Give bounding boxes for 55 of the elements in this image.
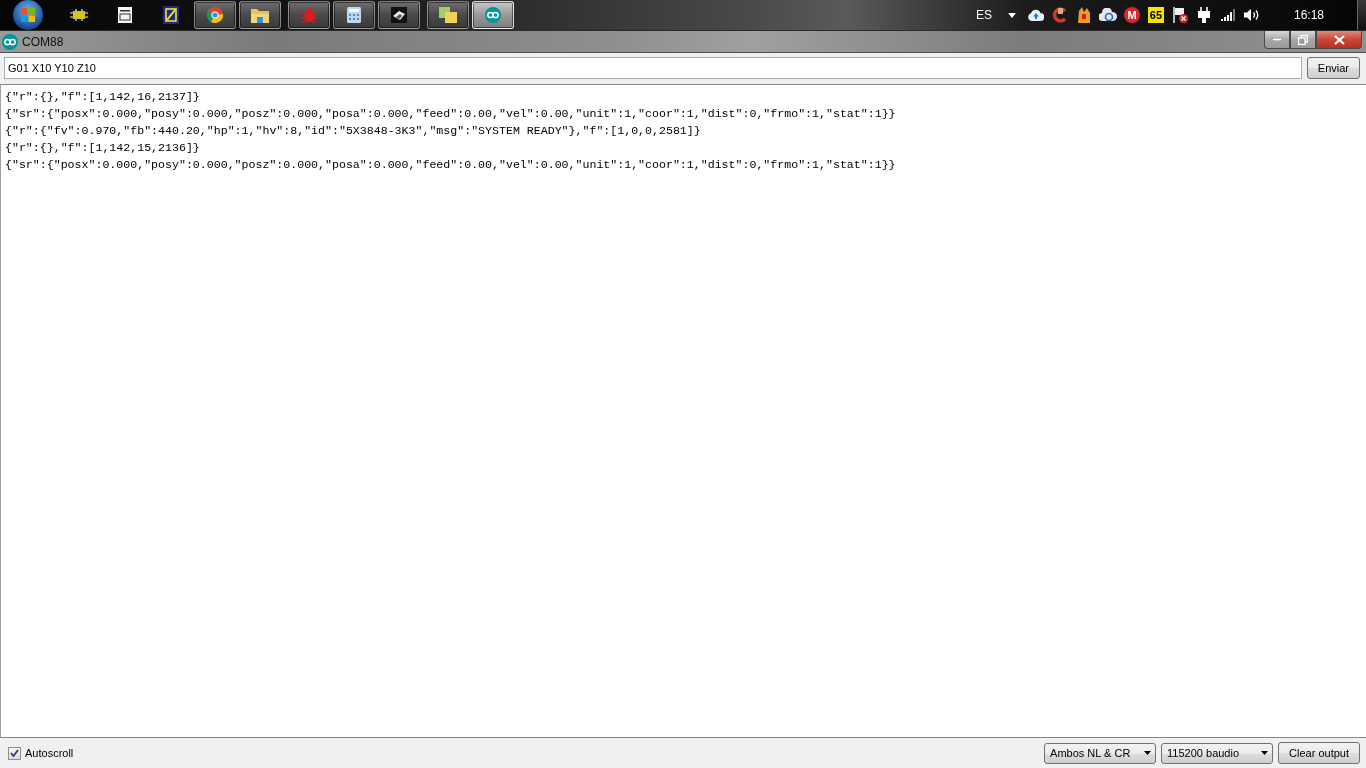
output-line: {"sr":{"posx":0.000,"posy":0.000,"posz":0.000,"posa":0.000,"feed":0.00,"vel":0.00,"unit":1,"coor":1,"dist":0,"frmo":1,"stat":1}} xyxy=(5,157,897,173)
caret-icon[interactable] xyxy=(1007,12,1016,18)
cloud-sync-icon[interactable] xyxy=(1098,8,1117,22)
tile-icon xyxy=(391,7,407,23)
bug-icon xyxy=(301,7,317,23)
clear-output-button[interactable]: Clear output xyxy=(1278,742,1360,764)
close-icon xyxy=(1333,34,1345,45)
command-input[interactable]: G01 X10 Y10 Z10 xyxy=(4,57,1302,79)
clock[interactable]: 16:18 xyxy=(1293,8,1324,22)
documents-icon xyxy=(439,7,457,23)
taskbar-button[interactable] xyxy=(333,1,375,29)
signal-icon[interactable] xyxy=(1220,9,1235,21)
minimize-button[interactable] xyxy=(1264,31,1290,49)
calculator-icon xyxy=(347,7,361,23)
round-logo-icon xyxy=(207,7,223,23)
taskbar-button[interactable] xyxy=(472,1,514,29)
output-line: {"sr":{"posx":0.000,"posy":0.000,"posz":0.000,"posa":0.000,"feed":0.00,"vel":0.00,"unit":1,"coor":1,"dist":0,"frmo":1,"stat":1}} xyxy=(5,106,897,122)
taskbar-button[interactable] xyxy=(427,1,469,29)
start-orb-icon[interactable] xyxy=(13,0,43,30)
caret-icon xyxy=(1261,751,1269,755)
taskbar-button[interactable] xyxy=(288,1,330,29)
volume-icon[interactable] xyxy=(1243,8,1260,22)
counter-badge[interactable]: 65 xyxy=(1147,7,1165,23)
folder-icon xyxy=(251,7,269,23)
app-icon[interactable] xyxy=(1075,7,1092,23)
cloud-upload-icon[interactable] xyxy=(1027,9,1044,21)
send-button[interactable]: Enviar xyxy=(1306,57,1360,79)
restore-button[interactable] xyxy=(1290,31,1316,49)
window-title: COM88 xyxy=(22,34,64,49)
infinity-logo-icon xyxy=(485,7,501,23)
autoscroll-label: Autoscroll xyxy=(25,747,74,759)
output-line: {"r":{"fv":0.970,"fb":440.20,"hp":1,"hv":8,"id":"5X3848-3K3","msg":"SYSTEM READY"},"f":[1,0,0,2581]} xyxy=(5,123,702,139)
c-logo-icon[interactable] xyxy=(1051,7,1068,23)
taskbar-button[interactable] xyxy=(194,1,236,29)
chip-icon[interactable] xyxy=(70,9,88,21)
show-desktop-button[interactable] xyxy=(1357,0,1366,30)
output-line: {"r":{},"f":[1,142,15,2136]} xyxy=(5,140,201,156)
letter-badge[interactable]: M xyxy=(1123,7,1140,23)
caret-icon xyxy=(1144,751,1152,755)
check-icon xyxy=(10,749,19,757)
autoscroll-checkbox[interactable] xyxy=(8,746,21,760)
taskbar-button[interactable] xyxy=(239,1,281,29)
infinity-logo-icon xyxy=(2,33,18,50)
power-plug-icon[interactable] xyxy=(1196,7,1211,23)
window-icon[interactable] xyxy=(118,7,132,23)
language-indicator[interactable]: ES xyxy=(975,8,1000,22)
output-line: {"r":{},"f":[1,142,16,2137]} xyxy=(5,89,201,105)
taskbar-button[interactable] xyxy=(378,1,420,29)
line-ending-dropdown[interactable]: Ambos NL & CR xyxy=(1044,742,1157,764)
restore-icon xyxy=(1298,34,1308,45)
close-button[interactable] xyxy=(1316,31,1362,49)
baud-rate-dropdown[interactable]: 115200 baudio xyxy=(1161,742,1274,764)
logo-icon[interactable] xyxy=(163,6,179,24)
flag-error-icon[interactable] xyxy=(1171,7,1188,23)
minimize-icon xyxy=(1272,38,1282,41)
